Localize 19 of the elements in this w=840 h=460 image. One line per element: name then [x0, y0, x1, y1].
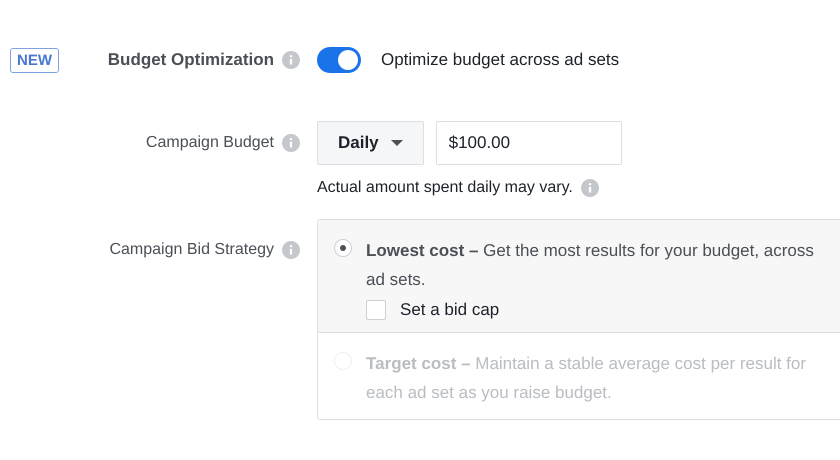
- checkbox[interactable]: [366, 300, 386, 320]
- radio-button[interactable]: [334, 239, 352, 257]
- field-label: Campaign Budget: [146, 134, 274, 152]
- toggle-label: Optimize budget across ad sets: [381, 50, 620, 70]
- hint-text: Actual amount spent daily may vary.: [317, 179, 573, 197]
- info-icon[interactable]: [282, 241, 300, 259]
- info-icon[interactable]: [580, 179, 599, 197]
- field-label: Campaign Bid Strategy: [109, 241, 274, 259]
- toggle-switch[interactable]: [317, 47, 361, 73]
- new-badge: NEW: [10, 48, 59, 72]
- amount-field[interactable]: $100.00: [436, 121, 622, 165]
- option-text: Lowest cost – Get the most results for your budget, across ad sets.: [366, 240, 815, 291]
- option-text: Target cost – Maintain a stable average cost per result for each ad set as you raise budget.: [366, 353, 808, 404]
- field-label: Budget Optimization: [108, 50, 274, 70]
- caret-icon: [390, 140, 403, 146]
- checkbox-label: Set a bid cap: [400, 300, 500, 320]
- info-icon[interactable]: [282, 134, 300, 152]
- period-dropdown[interactable]: Daily: [317, 121, 424, 165]
- info-icon[interactable]: [282, 51, 300, 69]
